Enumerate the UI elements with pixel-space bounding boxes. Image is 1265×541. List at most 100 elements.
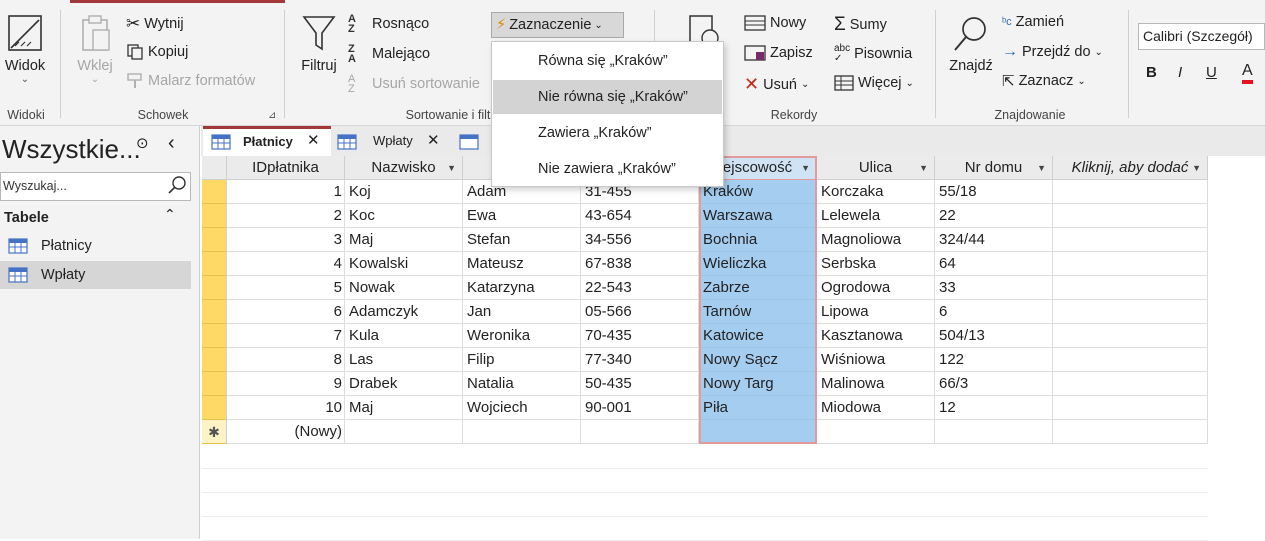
- select-all-corner[interactable]: [202, 156, 227, 180]
- table-cell[interactable]: Kasztanowa: [817, 324, 935, 348]
- table-cell[interactable]: Katarzyna: [463, 276, 581, 300]
- table-cell[interactable]: 4: [227, 252, 345, 276]
- replace-button[interactable]: ᵇc Zamień: [1002, 14, 1064, 30]
- table-cell[interactable]: 50-435: [581, 372, 699, 396]
- table-cell[interactable]: (Nowy): [227, 420, 345, 444]
- table-cell[interactable]: Bochnia: [699, 228, 817, 252]
- table-cell[interactable]: Miodowa: [817, 396, 935, 420]
- new-row-marker-icon[interactable]: ✱: [202, 420, 227, 444]
- table-cell[interactable]: 66/3: [935, 372, 1053, 396]
- table-cell[interactable]: 8: [227, 348, 345, 372]
- find-button[interactable]: Znajdź: [946, 14, 996, 74]
- table-cell[interactable]: 77-340: [581, 348, 699, 372]
- row-selector[interactable]: [202, 228, 227, 252]
- goto-button[interactable]: → Przejdź do ⌄: [1002, 43, 1103, 61]
- table-cell[interactable]: Wojciech: [463, 396, 581, 420]
- table-cell[interactable]: 43-654: [581, 204, 699, 228]
- table-cell[interactable]: Zabrze: [699, 276, 817, 300]
- table-cell[interactable]: Koc: [345, 204, 463, 228]
- italic-button[interactable]: I: [1178, 64, 1182, 81]
- table-cell[interactable]: Ogrodowa: [817, 276, 935, 300]
- sort-descending-button[interactable]: ZA Malejąco: [348, 44, 430, 65]
- row-selector[interactable]: [202, 372, 227, 396]
- table-cell[interactable]: 5: [227, 276, 345, 300]
- table-cell[interactable]: [817, 420, 935, 444]
- sort-ascending-button[interactable]: AZ Rosnąco: [348, 14, 429, 35]
- table-cell[interactable]: Adamczyk: [345, 300, 463, 324]
- table-cell[interactable]: 7: [227, 324, 345, 348]
- table-cell[interactable]: 3: [227, 228, 345, 252]
- table-cell[interactable]: Filip: [463, 348, 581, 372]
- column-dropdown-icon[interactable]: ▼: [1037, 156, 1046, 180]
- underline-button[interactable]: U: [1206, 64, 1217, 81]
- table-cell[interactable]: 70-435: [581, 324, 699, 348]
- table-cell[interactable]: [1053, 276, 1208, 300]
- column-dropdown-icon[interactable]: ▼: [801, 156, 810, 180]
- totals-button[interactable]: Σ Sumy: [834, 14, 887, 36]
- column-header[interactable]: Ulica ▼: [817, 156, 935, 180]
- table-cell[interactable]: 2: [227, 204, 345, 228]
- row-selector[interactable]: [202, 252, 227, 276]
- section-collapse-icon[interactable]: ⌃: [164, 206, 176, 223]
- table-cell[interactable]: 1: [227, 180, 345, 204]
- nav-item-wplaty[interactable]: Wpłaty: [0, 261, 191, 289]
- table-cell[interactable]: Malinowa: [817, 372, 935, 396]
- table-cell[interactable]: Nowy Targ: [699, 372, 817, 396]
- table-cell[interactable]: Natalia: [463, 372, 581, 396]
- search-icon[interactable]: [167, 175, 187, 198]
- table-cell[interactable]: [935, 420, 1053, 444]
- table-cell[interactable]: Maj: [345, 228, 463, 252]
- table-cell[interactable]: [1053, 324, 1208, 348]
- selection-dropdown-button[interactable]: ⚡ Zaznaczenie ⌄: [491, 12, 624, 38]
- format-painter-button[interactable]: Malarz formatów: [126, 72, 255, 90]
- table-cell[interactable]: Wiśniowa: [817, 348, 935, 372]
- table-cell[interactable]: Koj: [345, 180, 463, 204]
- table-cell[interactable]: Mateusz: [463, 252, 581, 276]
- cut-button[interactable]: ✂ Wytnij: [126, 14, 184, 34]
- table-cell[interactable]: 6: [935, 300, 1053, 324]
- table-cell[interactable]: Maj: [345, 396, 463, 420]
- table-cell[interactable]: Serbska: [817, 252, 935, 276]
- spelling-button[interactable]: abc ✓ Pisownia: [834, 44, 912, 64]
- column-dropdown-icon[interactable]: ▼: [919, 156, 928, 180]
- dialog-launcher-icon[interactable]: ⊿: [268, 110, 276, 121]
- table-cell[interactable]: 324/44: [935, 228, 1053, 252]
- table-cell[interactable]: Weronika: [463, 324, 581, 348]
- close-tab-icon[interactable]: ✕: [307, 131, 320, 149]
- row-selector[interactable]: [202, 300, 227, 324]
- table-cell[interactable]: [1053, 228, 1208, 252]
- table-cell[interactable]: [1053, 420, 1208, 444]
- table-cell[interactable]: Magnoliowa: [817, 228, 935, 252]
- nav-collapse-icon[interactable]: ‹: [168, 132, 175, 155]
- table-cell[interactable]: 12: [935, 396, 1053, 420]
- row-selector[interactable]: [202, 348, 227, 372]
- table-cell[interactable]: [1053, 372, 1208, 396]
- column-dropdown-icon[interactable]: ▼: [447, 156, 456, 180]
- table-cell[interactable]: 33: [935, 276, 1053, 300]
- bold-button[interactable]: B: [1146, 64, 1157, 81]
- copy-button[interactable]: Kopiuj: [126, 43, 188, 61]
- table-cell[interactable]: Nowak: [345, 276, 463, 300]
- table-cell[interactable]: Jan: [463, 300, 581, 324]
- table-cell[interactable]: [1053, 396, 1208, 420]
- paste-button[interactable]: Wklej ⌄: [72, 14, 118, 85]
- row-selector[interactable]: [202, 204, 227, 228]
- column-header[interactable]: Nazwisko ▼: [345, 156, 463, 180]
- table-cell[interactable]: Stefan: [463, 228, 581, 252]
- table-cell[interactable]: [1053, 348, 1208, 372]
- nav-title[interactable]: Wszystkie...: [2, 134, 141, 165]
- select-button[interactable]: ⇱ Zaznacz ⌄: [1002, 72, 1086, 90]
- table-cell[interactable]: 504/13: [935, 324, 1053, 348]
- font-name-select[interactable]: Calibri (Szczegół): [1138, 23, 1265, 50]
- table-cell[interactable]: Kula: [345, 324, 463, 348]
- table-cell[interactable]: Kowalski: [345, 252, 463, 276]
- row-selector[interactable]: [202, 180, 227, 204]
- table-cell[interactable]: Tarnów: [699, 300, 817, 324]
- table-cell[interactable]: [699, 420, 817, 444]
- table-cell[interactable]: 22-543: [581, 276, 699, 300]
- table-cell[interactable]: 6: [227, 300, 345, 324]
- save-record-button[interactable]: Zapisz: [744, 44, 813, 62]
- table-cell[interactable]: [345, 420, 463, 444]
- menu-item-equals[interactable]: Równa się „Kraków”: [493, 44, 722, 78]
- column-header[interactable]: IDpłatnika: [227, 156, 345, 180]
